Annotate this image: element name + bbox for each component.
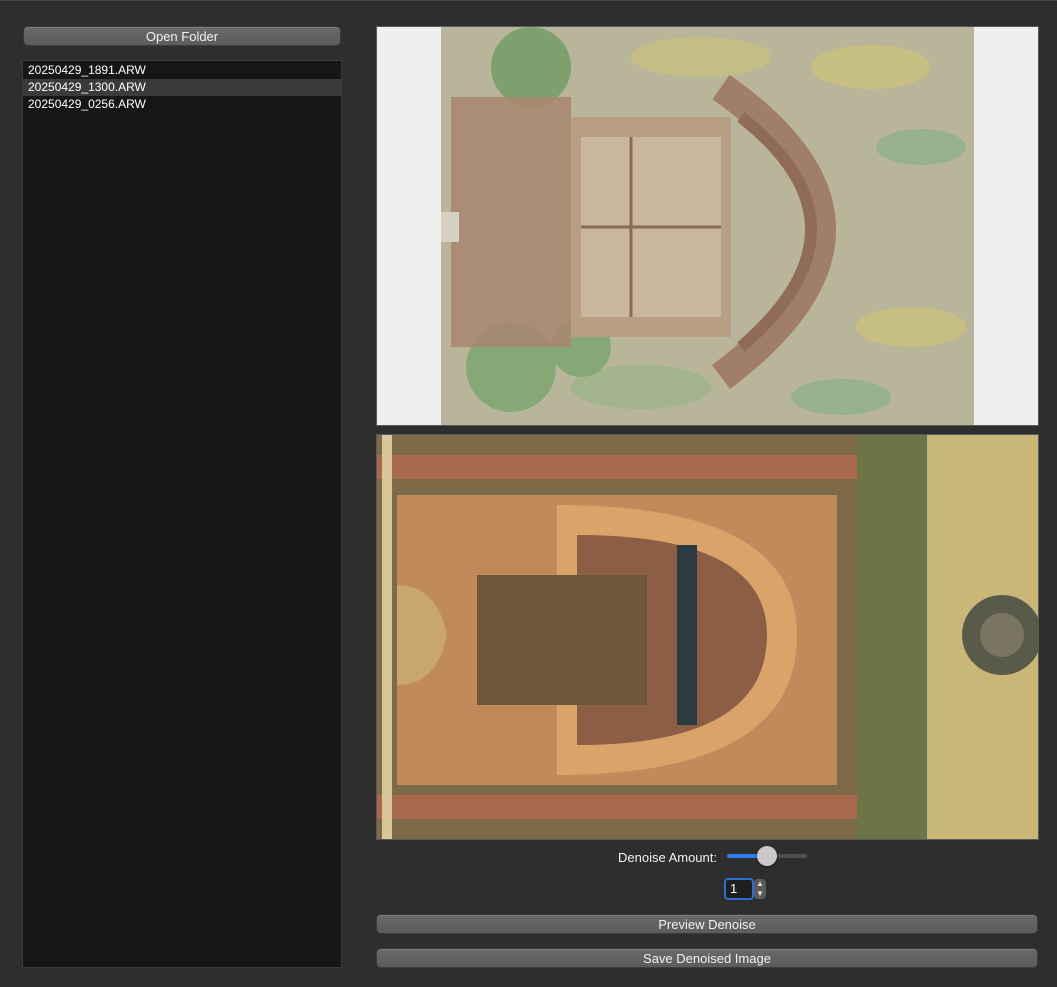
original-image-view xyxy=(376,26,1039,426)
chevron-down-icon[interactable]: ▼ xyxy=(754,889,766,899)
denoise-amount-label: Denoise Amount: xyxy=(617,850,717,865)
app-window: Open Folder 20250429_1891.ARW 20250429_1… xyxy=(0,0,1057,987)
denoise-slider-thumb[interactable] xyxy=(757,846,777,866)
file-list-item[interactable]: 20250429_0256.ARW xyxy=(23,96,341,113)
file-list-item[interactable]: 20250429_1891.ARW xyxy=(23,62,341,79)
original-photo xyxy=(441,27,974,425)
preview-denoise-button[interactable]: Preview Denoise xyxy=(376,914,1038,934)
file-list[interactable]: 20250429_1891.ARW 20250429_1300.ARW 2025… xyxy=(22,60,342,968)
chevron-up-icon[interactable]: ▲ xyxy=(754,879,766,889)
denoised-photo xyxy=(377,435,1038,839)
open-folder-button[interactable]: Open Folder xyxy=(23,26,341,46)
file-list-item-selected[interactable]: 20250429_1300.ARW xyxy=(23,79,341,96)
spinbox-stepper[interactable]: ▲ ▼ xyxy=(754,879,766,899)
save-denoised-image-button[interactable]: Save Denoised Image xyxy=(376,948,1038,968)
denoise-spinbox-input[interactable]: 1 xyxy=(724,878,754,900)
denoised-image-view xyxy=(376,434,1039,840)
